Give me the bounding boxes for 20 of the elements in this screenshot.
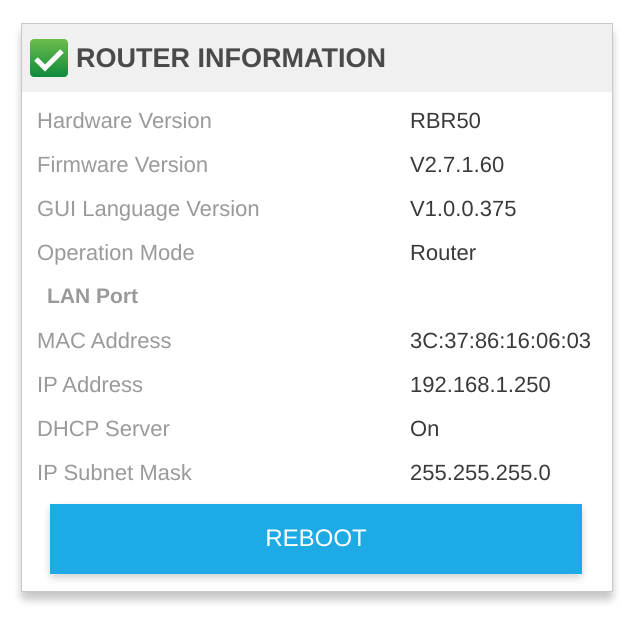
field-value: On [410, 416, 440, 442]
section-heading: LAN Port [46, 285, 138, 309]
field-value: Router [410, 240, 476, 266]
field-value: 3C:37:86:16:06:03 [410, 328, 592, 354]
field-label: IP Address [36, 372, 144, 398]
field-value: 192.168.1.250 [410, 372, 551, 398]
field-label: DHCP Server [36, 416, 171, 442]
panel-title: ROUTER INFORMATION [76, 42, 386, 74]
reboot-button[interactable]: REBOOT [50, 504, 582, 574]
field-value: V2.7.1.60 [410, 152, 504, 178]
field-value: V1.0.0.375 [410, 196, 516, 222]
field-label: Operation Mode [36, 240, 196, 266]
field-label: MAC Address [36, 328, 172, 354]
field-label: IP Subnet Mask [36, 460, 193, 486]
field-value: RBR50 [410, 108, 481, 134]
field-label: Hardware Version [36, 108, 213, 134]
check-icon [30, 39, 68, 77]
field-label: Firmware Version [36, 152, 210, 178]
field-value: 255.255.255.0 [410, 460, 551, 486]
field-label: GUI Language Version [36, 196, 261, 222]
